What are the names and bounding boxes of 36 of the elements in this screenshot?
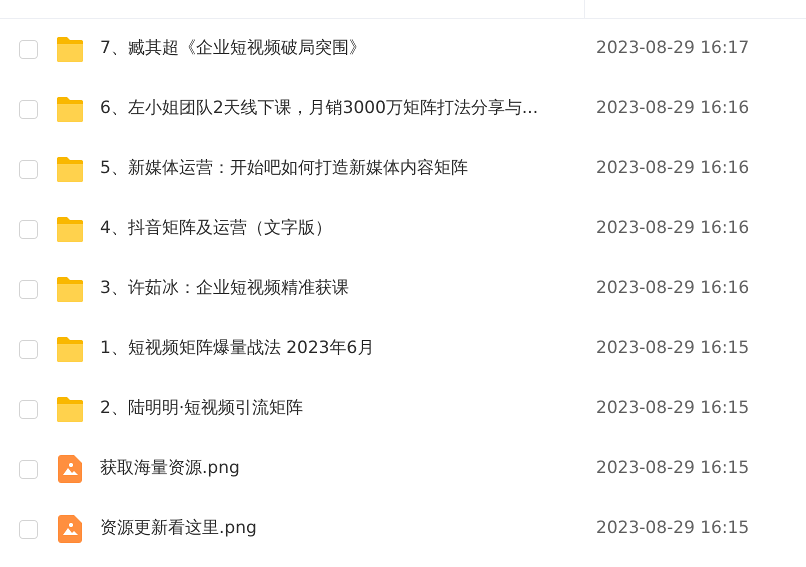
checkbox[interactable] <box>19 520 38 538</box>
checkbox[interactable] <box>19 460 38 478</box>
checkbox[interactable] <box>19 100 38 118</box>
folder-icon <box>55 156 85 182</box>
modified-time: 2023-08-29 16:16 <box>596 277 750 300</box>
folder-icon <box>55 336 85 362</box>
checkbox[interactable] <box>19 280 38 298</box>
modified-time: 2023-08-29 16:16 <box>596 217 750 240</box>
file-name[interactable]: 6、左小姐团队2天线下课，月销3000万矩阵打法分享与... <box>100 96 560 122</box>
file-name[interactable]: 5、新媒体运营：开始吧如何打造新媒体内容矩阵 <box>100 156 560 182</box>
folder-icon <box>55 216 85 242</box>
checkbox[interactable] <box>19 340 38 358</box>
folder-icon <box>55 396 85 422</box>
modified-time: 2023-08-29 16:15 <box>596 337 750 360</box>
file-name[interactable]: 1、短视频矩阵爆量战法 2023年6月 <box>100 336 560 362</box>
checkbox[interactable] <box>19 400 38 418</box>
file-name[interactable]: 2、陆明明·短视频引流矩阵 <box>100 396 560 422</box>
folder-icon <box>55 36 85 62</box>
image-file-icon <box>55 515 85 543</box>
modified-time: 2023-08-29 16:15 <box>596 397 750 420</box>
modified-time: 2023-08-29 16:17 <box>596 37 750 60</box>
modified-time: 2023-08-29 16:16 <box>596 97 750 120</box>
file-name[interactable]: 获取海量资源.png <box>100 456 560 482</box>
file-name[interactable]: 资源更新看这里.png <box>100 516 560 542</box>
modified-time: 2023-08-29 16:15 <box>596 457 750 480</box>
file-name[interactable]: 4、抖音矩阵及运营（文字版） <box>100 216 560 242</box>
folder-icon <box>55 96 85 122</box>
checkbox[interactable] <box>19 160 38 178</box>
checkbox[interactable] <box>19 40 38 58</box>
checkbox[interactable] <box>19 220 38 238</box>
file-name[interactable]: 3、许茹冰：企业短视频精准获课 <box>100 276 560 302</box>
modified-time: 2023-08-29 16:16 <box>596 157 750 180</box>
image-file-icon <box>55 455 85 483</box>
folder-icon <box>55 276 85 302</box>
modified-time: 2023-08-29 16:15 <box>596 517 750 540</box>
file-name[interactable]: 7、臧其超《企业短视频破局突围》 <box>100 36 560 62</box>
